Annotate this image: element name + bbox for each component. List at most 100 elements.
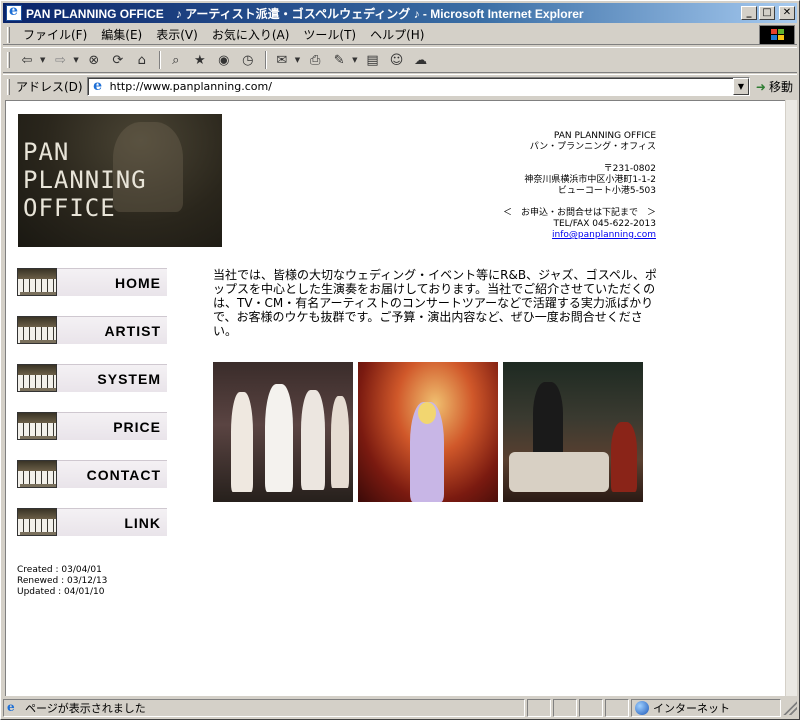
menu-edit[interactable]: 編集(E) (94, 26, 149, 43)
logo-image[interactable]: PAN PLANNING OFFICE (18, 114, 222, 247)
favorites-icon[interactable]: ★ (189, 50, 211, 70)
address-input[interactable] (109, 80, 733, 93)
go-label: 移動 (768, 80, 793, 94)
title-bar[interactable]: PAN PLANNING OFFICE ♪ アーティスト派遣・ゴスペルウェディン… (3, 3, 797, 23)
address-bar: アドレス(D) e ▼ ➜ 移動 (3, 74, 797, 98)
status-text: ページが表示されました (25, 702, 146, 715)
piano-keys-icon (17, 508, 57, 536)
windows-logo-icon (759, 24, 795, 45)
tel-fax: TEL/FAX 045-622-2013 (553, 219, 656, 229)
photo-stage-singer (358, 362, 498, 502)
window-title: PAN PLANNING OFFICE ♪ アーティスト派遣・ゴスペルウェディン… (26, 6, 584, 21)
intro-text: 当社では、皆様の大切なウェディング・イベント等にR&B、ジャズ、ゴスペル、ポップ… (213, 268, 657, 338)
piano-keys-icon (17, 460, 57, 488)
piano-keys-icon (17, 316, 57, 344)
media-icon[interactable]: ◉ (213, 50, 235, 70)
internet-globe-icon (635, 701, 649, 715)
refresh-icon[interactable]: ⟳ (107, 50, 129, 70)
back-dropdown-icon[interactable]: ▼ (40, 56, 45, 64)
logo-line-1: PAN (23, 138, 70, 166)
browser-window: PAN PLANNING OFFICE ♪ アーティスト派遣・ゴスペルウェディン… (0, 0, 800, 720)
menu-tools[interactable]: ツール(T) (296, 26, 363, 43)
update-dates: Created : 03/04/01 Renewed : 03/12/13 Up… (17, 565, 107, 598)
nav-contact[interactable]: CONTACT (17, 459, 167, 489)
postal-code: 〒231-0802 (603, 164, 656, 174)
photo-gospel-singers (213, 362, 353, 502)
edit-icon[interactable]: ✎ (328, 50, 350, 70)
resize-grip[interactable] (783, 701, 797, 715)
address-line-2: ビューコート小港5-503 (557, 186, 656, 196)
menu-favorites[interactable]: お気に入り(A) (205, 26, 297, 43)
go-button[interactable]: ➜ 移動 (756, 78, 793, 95)
updated-date: Updated : 04/01/10 (17, 587, 105, 597)
status-main-pane: e ページが表示されました (3, 699, 525, 717)
home-icon[interactable]: ⌂ (131, 50, 153, 70)
status-pane-1 (527, 699, 551, 717)
piano-keys-icon (17, 268, 57, 296)
menubar-grip[interactable] (7, 26, 10, 43)
toolbar-separator (264, 51, 267, 69)
print-icon[interactable]: ⎙ (304, 50, 326, 70)
zone-text: インターネット (653, 702, 730, 715)
renewed-date: Renewed : 03/12/13 (17, 576, 108, 586)
nav-home[interactable]: HOME (17, 267, 167, 297)
maximize-button[interactable]: □ (759, 6, 775, 20)
status-pane-3 (579, 699, 603, 717)
status-bar: e ページが表示されました インターネット (3, 698, 797, 718)
security-zone-pane: インターネット (631, 699, 781, 717)
address-line-1: 神奈川県横浜市中区小港町1-1-2 (524, 175, 656, 185)
stop-icon[interactable]: ⊗ (83, 50, 105, 70)
nav-artist-label: ARTIST (104, 322, 161, 339)
address-label: アドレス(D) (16, 80, 83, 94)
nav-system[interactable]: SYSTEM (17, 363, 167, 393)
toolbar-grip[interactable] (7, 52, 10, 68)
forward-dropdown-icon[interactable]: ▼ (73, 56, 78, 64)
nav-home-label: HOME (115, 274, 161, 291)
ie-app-icon[interactable] (6, 3, 22, 21)
logo-line-2: PLANNING (23, 166, 147, 194)
menu-file[interactable]: ファイル(F) (16, 26, 94, 43)
toolbar-separator (158, 51, 161, 69)
inquiry-note: ＜ お申込・お問合せは下記まで ＞ (502, 208, 656, 218)
mail-dropdown-icon[interactable]: ▼ (295, 56, 300, 64)
company-info: PAN PLANNING OFFICE パン・プランニング・オフィス 〒231-… (446, 131, 656, 241)
address-field[interactable]: e ▼ (86, 77, 750, 96)
back-icon[interactable]: ⇦ (16, 50, 38, 70)
photo-wedding-party (503, 362, 643, 502)
history-icon[interactable]: ◷ (237, 50, 259, 70)
messenger-chat-icon[interactable]: ☁ (410, 50, 432, 70)
mail-icon[interactable]: ✉ (271, 50, 293, 70)
nav-system-label: SYSTEM (97, 370, 161, 387)
minimize-button[interactable]: _ (741, 6, 757, 20)
nav-link-label: LINK (124, 514, 161, 531)
forward-icon[interactable]: ⇨ (49, 50, 71, 70)
address-dropdown-icon[interactable]: ▼ (732, 78, 749, 95)
page-done-icon: e (7, 700, 15, 714)
discuss-icon[interactable]: ▤ (362, 50, 384, 70)
standard-toolbar: ⇦ ▼ ⇨ ▼ ⊗ ⟳ ⌂ ⌕ ★ ◉ ◷ ✉ ▼ ⎙ ✎ ▼ ▤ ☺ ☁ (3, 47, 797, 73)
addressbar-grip[interactable] (7, 78, 10, 95)
company-name-en: PAN PLANNING OFFICE (553, 131, 656, 141)
nav-artist[interactable]: ARTIST (17, 315, 167, 345)
nav-link[interactable]: LINK (17, 507, 167, 537)
menu-help[interactable]: ヘルプ(H) (363, 26, 431, 43)
go-arrow-icon: ➜ (755, 79, 766, 94)
logo-line-3: OFFICE (23, 194, 116, 222)
status-pane-2 (553, 699, 577, 717)
nav-price[interactable]: PRICE (17, 411, 167, 441)
nav-price-label: PRICE (113, 418, 161, 435)
search-icon[interactable]: ⌕ (165, 50, 187, 70)
email-link[interactable]: info@panplanning.com (552, 230, 656, 240)
page-viewport: PAN PLANNING OFFICE PAN PLANNING OFFICE … (5, 100, 785, 696)
edit-dropdown-icon[interactable]: ▼ (352, 56, 357, 64)
menu-view[interactable]: 表示(V) (149, 26, 205, 43)
close-button[interactable]: ✕ (779, 6, 795, 20)
piano-keys-icon (17, 412, 57, 440)
company-name-ja: パン・プランニング・オフィス (529, 142, 656, 152)
vertical-scrollbar[interactable] (785, 100, 797, 696)
menu-bar: ファイル(F) 編集(E) 表示(V) お気に入り(A) ツール(T) ヘルプ(… (3, 24, 797, 45)
side-nav: HOME ARTIST SYSTEM PRICE CONTACT LINK (17, 267, 167, 555)
created-date: Created : 03/04/01 (17, 565, 102, 575)
messenger-icon[interactable]: ☺ (386, 50, 408, 70)
status-pane-4 (605, 699, 629, 717)
